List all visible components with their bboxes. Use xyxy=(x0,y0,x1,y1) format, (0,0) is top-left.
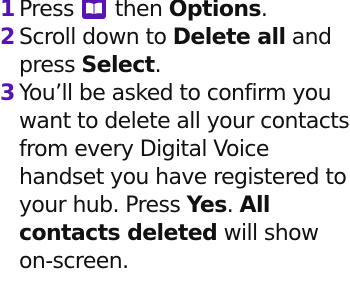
select-label: Select xyxy=(81,53,155,78)
step-text: Scroll down to xyxy=(19,25,173,50)
step-3: 3 You’ll be asked to confirm you want to… xyxy=(0,80,350,276)
step-text: Press xyxy=(19,0,81,22)
step-number: 3 xyxy=(0,81,15,106)
step-text: then xyxy=(108,0,169,22)
delete-all-label: Delete all xyxy=(172,25,286,50)
step-number: 2 xyxy=(0,25,15,50)
contacts-book-icon xyxy=(82,0,107,19)
step-1: 1 Press then Options. xyxy=(0,0,350,24)
step-2: 2 Scroll down to Delete all and press Se… xyxy=(0,24,350,80)
step-text: You’ll be asked to confirm you want to d… xyxy=(19,81,350,218)
step-punctuation: . xyxy=(154,53,162,78)
instruction-steps: 1 Press then Options. 2 Scroll down to D… xyxy=(0,0,350,276)
step-number: 1 xyxy=(0,0,15,22)
yes-label: Yes xyxy=(186,193,228,218)
step-punctuation: . xyxy=(226,193,240,218)
step-punctuation: . xyxy=(260,0,268,22)
options-label: Options xyxy=(168,0,262,22)
